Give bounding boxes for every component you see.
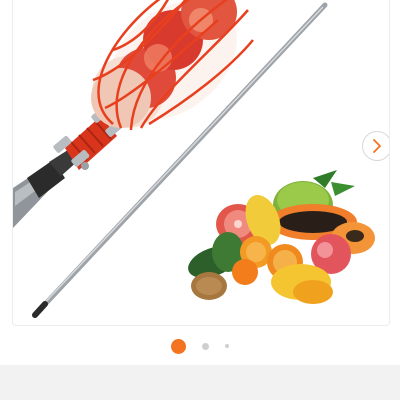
picker-handle — [13, 148, 79, 228]
fruit-pile — [188, 170, 375, 304]
product-image-gallery[interactable] — [12, 0, 390, 326]
section-divider — [0, 365, 400, 400]
product-image[interactable] — [13, 0, 389, 325]
next-image-button[interactable] — [362, 131, 389, 161]
pagination-dot-2[interactable] — [202, 342, 209, 350]
image-pagination — [0, 337, 400, 355]
pagination-dot-3[interactable] — [225, 344, 229, 348]
fruit-basket — [91, 0, 254, 131]
chevron-right-icon — [373, 139, 381, 153]
pagination-dot-1[interactable] — [171, 338, 186, 354]
